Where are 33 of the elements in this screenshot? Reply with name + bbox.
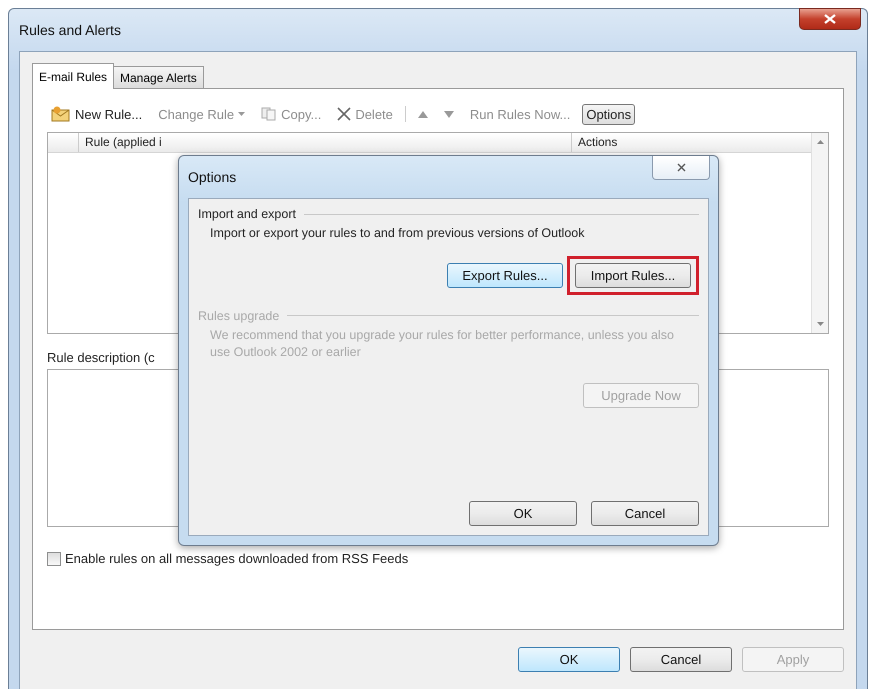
dialog-button[interactable]: Cancel [630,647,732,672]
dialog-button[interactable]: OK [469,501,577,526]
tab[interactable]: Manage Alerts [113,66,204,88]
column-header[interactable]: Actions [572,133,624,152]
down-arrow-icon [444,110,454,118]
copy-icon [261,107,278,121]
caret-icon [238,112,246,116]
column-header[interactable]: Rule (applied i [79,133,572,152]
window-title: Rules and Alerts [19,22,121,38]
section-heading: Rules upgrade [198,308,280,323]
dialog-button[interactable]: Cancel [591,501,699,526]
delete-icon [337,107,352,121]
envelope-icon [51,106,71,122]
tab[interactable]: E-mail Rules [32,63,114,89]
toolbar-button[interactable]: New Rule... [47,103,146,125]
up-arrow-icon [418,110,428,118]
close-icon [676,163,686,172]
section-text: Import or export your rules to and from previous versions of Outlook [210,225,584,242]
section-text: We recommend that you upgrade your rules for better performance, unless you also use Outlook 2002 or earlier [210,326,675,361]
down-arrow-icon [816,322,824,326]
dialog-title: Options [188,169,236,185]
section-heading: Import and export [198,207,296,221]
field-label: Rule description (c [47,350,155,365]
close-button[interactable] [799,8,861,30]
scrollbar[interactable] [811,133,828,333]
dialog-button[interactable]: Import Rules... [575,262,691,288]
toolbar-button[interactable]: Options [582,104,636,124]
up-arrow-icon [816,140,824,144]
dialog-button[interactable]: Export Rules... [447,262,563,288]
close-icon [824,14,836,24]
checkbox[interactable] [47,552,61,566]
checkbox-label: Enable rules on all messages downloaded from RSS Feeds [65,551,408,566]
dialog-button[interactable]: OK [518,647,620,672]
